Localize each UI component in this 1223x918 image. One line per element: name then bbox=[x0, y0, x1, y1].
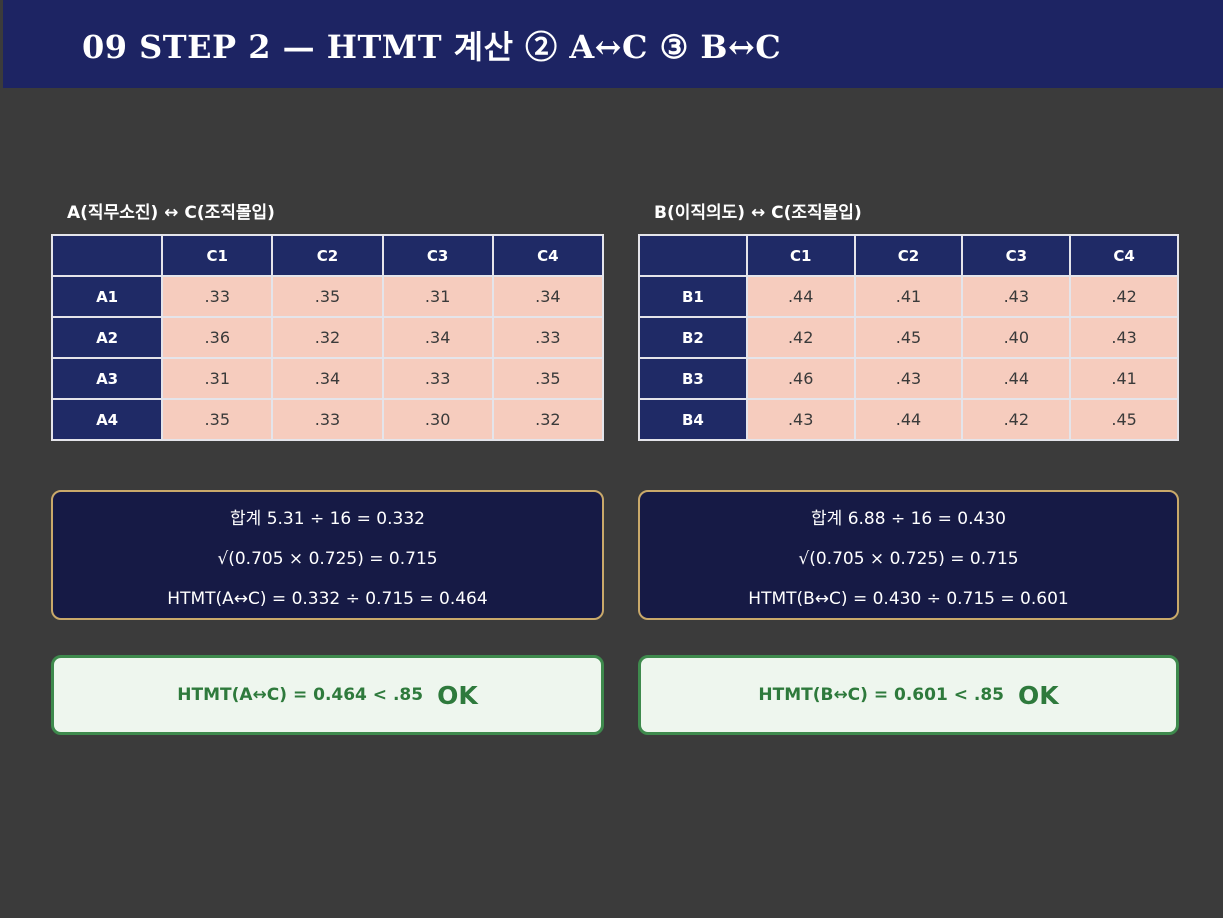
table-title-b-c: B(이직의도) ↔ C(조직몰입) bbox=[654, 203, 862, 223]
table-row: B3 .46 .43 .44 .41 bbox=[638, 357, 1179, 400]
verdict-text: HTMT(A↔C) = 0.464 < .85 bbox=[177, 685, 424, 705]
correlation-cell: .34 bbox=[491, 275, 605, 318]
correlation-cell: .42 bbox=[745, 316, 856, 359]
table-title-a-c: A(직무소진) ↔ C(조직몰입) bbox=[67, 203, 275, 223]
corner-cell bbox=[638, 234, 748, 277]
correlation-cell: .33 bbox=[381, 357, 494, 400]
correlation-cell: .41 bbox=[1069, 357, 1179, 400]
table-row: A3 .31 .34 .33 .35 bbox=[50, 357, 605, 400]
correlation-cell: .45 bbox=[1069, 398, 1179, 441]
htmt-line: HTMT(B↔C) = 0.430 ÷ 0.715 = 0.601 bbox=[748, 589, 1069, 609]
correlation-cell: .43 bbox=[961, 275, 1072, 318]
slide-title: 09 STEP 2 — HTMT 계산 ② A↔C ③ B↔C bbox=[82, 28, 782, 66]
verdict-box-a-c: HTMT(A↔C) = 0.464 < .85 OK bbox=[51, 655, 604, 735]
ok-badge: OK bbox=[437, 680, 478, 710]
table-row: A2 .36 .32 .34 .33 bbox=[50, 316, 605, 359]
row-header: A3 bbox=[50, 357, 164, 400]
correlation-cell: .44 bbox=[745, 275, 856, 318]
table-row: B4 .43 .44 .42 .45 bbox=[638, 398, 1179, 441]
row-header: B3 bbox=[638, 357, 748, 400]
column-header: C1 bbox=[161, 234, 274, 277]
row-header: B2 bbox=[638, 316, 748, 359]
ok-badge: OK bbox=[1017, 680, 1059, 710]
sqrt-line: √(0.705 × 0.725) = 0.715 bbox=[798, 549, 1019, 569]
column-header: C2 bbox=[853, 234, 964, 277]
title-bar: 09 STEP 2 — HTMT 계산 ② A↔C ③ B↔C bbox=[3, 0, 1223, 88]
correlation-cell: .31 bbox=[161, 357, 274, 400]
verdict-box-b-c: HTMT(B↔C) = 0.601 < .85 OK bbox=[638, 655, 1179, 735]
correlation-cell: .42 bbox=[961, 398, 1072, 441]
correlation-cell: .35 bbox=[161, 398, 274, 441]
correlation-cell: .34 bbox=[381, 316, 494, 359]
correlation-cell: .41 bbox=[853, 275, 964, 318]
row-header: B1 bbox=[638, 275, 748, 318]
correlation-table-b-c: C1 C2 C3 C4 B1 .44 .41 .43 .42 B2 .42 .4… bbox=[638, 234, 1179, 441]
correlation-cell: .43 bbox=[745, 398, 856, 441]
correlation-cell: .40 bbox=[961, 316, 1072, 359]
column-header: C4 bbox=[491, 234, 605, 277]
correlation-cell: .32 bbox=[491, 398, 605, 441]
column-header: C2 bbox=[271, 234, 384, 277]
correlation-cell: .31 bbox=[381, 275, 494, 318]
corner-cell bbox=[50, 234, 164, 277]
sqrt-line: √(0.705 × 0.725) = 0.715 bbox=[217, 549, 438, 569]
correlation-cell: .35 bbox=[271, 275, 384, 318]
correlation-table-a-c: C1 C2 C3 C4 A1 .33 .35 .31 .34 A2 .36 .3… bbox=[50, 234, 605, 441]
table-row: B2 .42 .45 .40 .43 bbox=[638, 316, 1179, 359]
correlation-cell: .35 bbox=[491, 357, 605, 400]
correlation-cell: .43 bbox=[1069, 316, 1179, 359]
column-header: C3 bbox=[381, 234, 494, 277]
sum-line: 합계 6.88 ÷ 16 = 0.430 bbox=[811, 509, 1006, 529]
row-header: A2 bbox=[50, 316, 164, 359]
row-header: A4 bbox=[50, 398, 164, 441]
correlation-cell: .42 bbox=[1069, 275, 1179, 318]
calculation-box-b-c: 합계 6.88 ÷ 16 = 0.430 √(0.705 × 0.725) = … bbox=[638, 490, 1179, 620]
correlation-cell: .44 bbox=[961, 357, 1072, 400]
sum-line: 합계 5.31 ÷ 16 = 0.332 bbox=[230, 509, 425, 529]
correlation-cell: .33 bbox=[491, 316, 605, 359]
calculation-box-a-c: 합계 5.31 ÷ 16 = 0.332 √(0.705 × 0.725) = … bbox=[51, 490, 604, 620]
correlation-cell: .34 bbox=[271, 357, 384, 400]
table-row: B1 .44 .41 .43 .42 bbox=[638, 275, 1179, 318]
row-header: B4 bbox=[638, 398, 748, 441]
correlation-cell: .36 bbox=[161, 316, 274, 359]
row-header: A1 bbox=[50, 275, 164, 318]
correlation-cell: .45 bbox=[853, 316, 964, 359]
table-header-row: C1 C2 C3 C4 bbox=[638, 234, 1179, 277]
table-header-row: C1 C2 C3 C4 bbox=[50, 234, 605, 277]
correlation-cell: .33 bbox=[161, 275, 274, 318]
correlation-cell: .33 bbox=[271, 398, 384, 441]
htmt-line: HTMT(A↔C) = 0.332 ÷ 0.715 = 0.464 bbox=[167, 589, 488, 609]
table-row: A4 .35 .33 .30 .32 bbox=[50, 398, 605, 441]
correlation-cell: .30 bbox=[381, 398, 494, 441]
table-row: A1 .33 .35 .31 .34 bbox=[50, 275, 605, 318]
correlation-cell: .44 bbox=[853, 398, 964, 441]
column-header: C1 bbox=[745, 234, 856, 277]
correlation-cell: .46 bbox=[745, 357, 856, 400]
column-header: C3 bbox=[961, 234, 1072, 277]
correlation-cell: .43 bbox=[853, 357, 964, 400]
column-header: C4 bbox=[1069, 234, 1179, 277]
verdict-text: HTMT(B↔C) = 0.601 < .85 bbox=[758, 685, 1004, 705]
correlation-cell: .32 bbox=[271, 316, 384, 359]
